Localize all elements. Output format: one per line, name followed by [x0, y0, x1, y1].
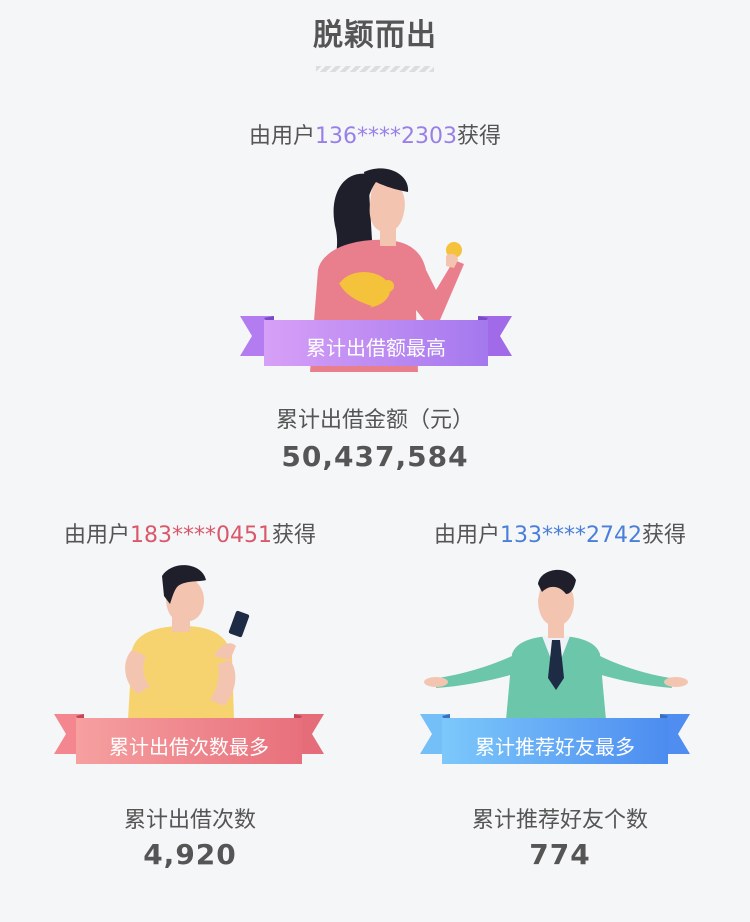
- winner-prefix: 由用户: [433, 523, 500, 548]
- winner-prefix: 由用户: [63, 523, 130, 548]
- winner-suffix: 获得: [641, 523, 686, 548]
- top-award-ribbon: 累计出借额最高: [306, 336, 446, 360]
- top-metric-value: 50,437,584: [281, 440, 469, 473]
- left-metric-label: 累计出借次数: [123, 808, 256, 833]
- winner-suffix: 获得: [456, 124, 501, 149]
- winner-phone: 136****2303: [315, 124, 457, 149]
- right-winner-line: 由用户133****2742获得: [400, 517, 720, 549]
- top-metric-label: 累计出借金额（元）: [275, 408, 474, 433]
- left-metric-value: 4,920: [143, 838, 237, 871]
- right-metric-value: 774: [529, 838, 591, 871]
- winner-prefix: 由用户: [248, 124, 315, 149]
- winner-phone: 133****2742: [500, 523, 642, 548]
- winner-phone: 183****0451: [130, 523, 272, 548]
- right-award-ribbon: 累计推荐好友最多: [475, 735, 635, 759]
- title-underline: [316, 66, 434, 72]
- section-title: 脱颖而出: [313, 18, 437, 53]
- left-award-ribbon: 累计出借次数最多: [109, 735, 269, 759]
- right-metric-label: 累计推荐好友个数: [471, 808, 648, 833]
- top-winner-line: 由用户136****2303获得: [0, 118, 750, 150]
- winner-suffix: 获得: [271, 523, 316, 548]
- left-winner-line: 由用户183****0451获得: [30, 517, 350, 549]
